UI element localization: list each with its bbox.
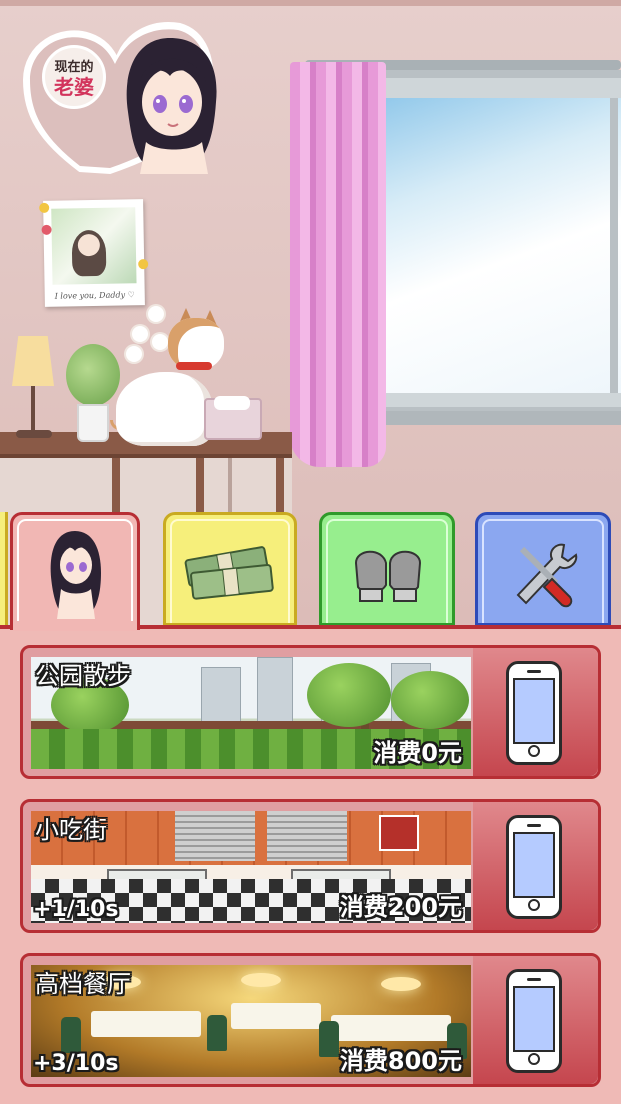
wife-label-line1: 现在的	[54, 60, 94, 75]
star-sticker-icon	[138, 259, 149, 270]
window-glass	[368, 98, 621, 393]
lamp-stem	[31, 386, 35, 434]
date-cost: 消费800元	[339, 1047, 462, 1075]
date-card-park[interactable]: 公园散步 消费0元	[20, 645, 601, 779]
current-wife-badge[interactable]: 现在的 老婆	[20, 20, 217, 180]
window	[346, 70, 621, 425]
tab-partner[interactable]	[10, 512, 140, 630]
call-button[interactable]	[473, 648, 598, 776]
lamp-shade	[12, 336, 54, 386]
wall-trim	[0, 0, 621, 6]
wife-label: 现在的 老婆	[42, 45, 106, 109]
active-tab-join	[13, 621, 137, 631]
date-cost: 消费200元	[339, 893, 462, 921]
window-sill	[346, 411, 621, 425]
date-title: 小吃街	[35, 816, 107, 844]
cat-collar	[176, 362, 212, 370]
date-title: 高档餐厅	[35, 970, 131, 998]
heart-sticker-icon	[41, 224, 52, 235]
tissue	[214, 396, 250, 410]
phone-icon	[506, 969, 562, 1073]
wrench-screwdriver-icon	[516, 543, 578, 608]
affection-rate: +3/10s	[33, 1051, 119, 1076]
window-frame	[610, 98, 618, 393]
date-title: 公园散步	[35, 662, 131, 690]
date-cost: 消费0元	[373, 739, 462, 767]
call-button[interactable]	[473, 802, 598, 930]
boxing-gloves-icon	[354, 550, 422, 602]
wife-label-line2: 老婆	[54, 75, 94, 99]
plant-pot	[77, 404, 109, 442]
wife-portrait-icon	[126, 38, 217, 174]
affection-rate: +1/10s	[33, 897, 119, 922]
polaroid-caption: I love you, Daddy ♡	[54, 290, 135, 301]
tab-settings[interactable]	[475, 512, 611, 626]
call-button[interactable]	[473, 956, 598, 1084]
cat-body[interactable]	[116, 372, 212, 446]
cash-stack-icon	[184, 546, 274, 600]
girl-portrait-icon	[50, 531, 101, 619]
phone-icon	[506, 815, 562, 919]
lamp-base	[16, 430, 52, 438]
potted-plant	[66, 344, 120, 406]
pink-curtain	[290, 62, 386, 467]
date-card-snack-street[interactable]: 小吃街 +1/10s 消费200元	[20, 799, 601, 933]
photo-image	[51, 207, 137, 285]
date-card-restaurant[interactable]: 高档餐厅 +3/10s 消费800元	[20, 953, 601, 1087]
tab-money[interactable]	[163, 512, 297, 626]
phone-icon	[506, 661, 562, 765]
tab-fight[interactable]	[319, 512, 455, 626]
tab-edge-stub	[0, 512, 8, 626]
polaroid-photo[interactable]: I love you, Daddy ♡	[39, 199, 149, 307]
star-sticker-icon	[39, 202, 50, 213]
